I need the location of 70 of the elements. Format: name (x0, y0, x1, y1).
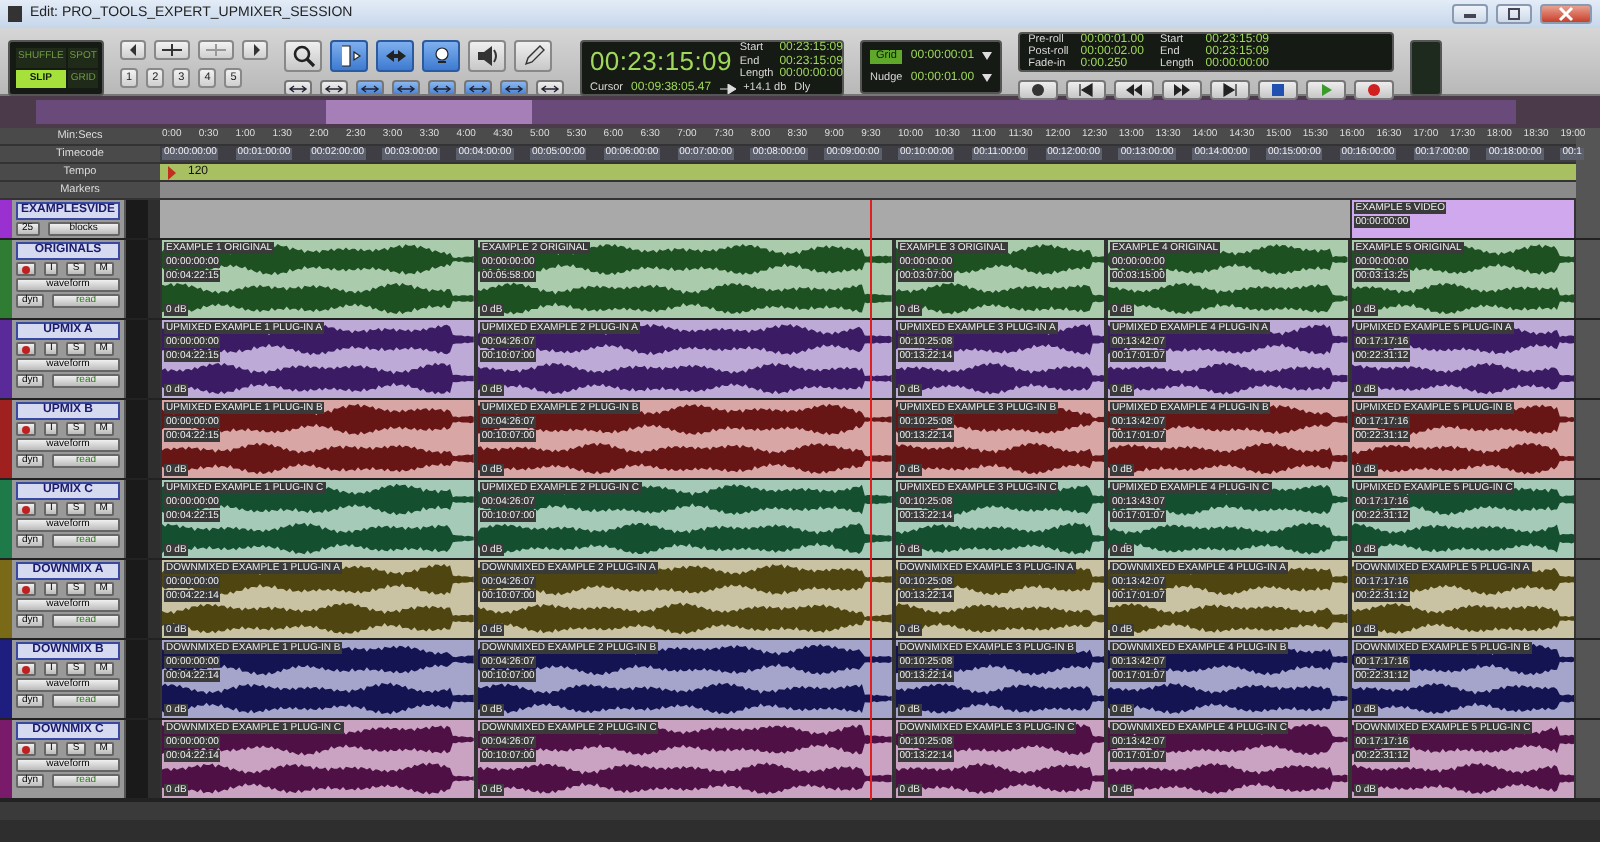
left-arrow-icon (126, 42, 140, 58)
waveform-zoom-icon (160, 42, 184, 58)
grabber-tool-button[interactable] (376, 40, 414, 72)
record-icon (22, 265, 30, 273)
zoom-out-button[interactable] (120, 40, 146, 60)
option-toggle-button[interactable] (320, 80, 348, 96)
maximize-icon (1506, 6, 1522, 22)
rewind-button[interactable] (1114, 80, 1155, 100)
end-button[interactable] (1210, 80, 1251, 100)
record-icon (22, 745, 30, 753)
play-button[interactable] (1306, 80, 1347, 100)
link-arrows-icon (360, 83, 380, 93)
caret-icon (982, 73, 993, 82)
link-arrows-icon (288, 83, 308, 93)
option-toggle-button[interactable] (428, 80, 456, 96)
record-icon (22, 505, 30, 513)
option-toggle-button[interactable] (500, 80, 528, 96)
option-toggle-button[interactable] (284, 80, 312, 96)
pencil-tool-button[interactable] (514, 40, 552, 72)
record-icon (22, 345, 30, 353)
record-enable-button[interactable] (16, 342, 36, 356)
stop-button[interactable] (1258, 80, 1299, 100)
record-button[interactable] (1354, 80, 1395, 100)
online-button[interactable] (1018, 80, 1059, 100)
caret-icon (982, 52, 993, 61)
record-enable-button[interactable] (16, 662, 36, 676)
record-enable-button[interactable] (16, 582, 36, 596)
record-icon (1366, 82, 1383, 98)
record-enable-button[interactable] (16, 742, 36, 756)
link-arrows-icon (468, 83, 488, 93)
vertical-zoom-button[interactable] (154, 40, 190, 60)
record-enable-button[interactable] (16, 422, 36, 436)
option-toggle-button[interactable] (536, 80, 564, 96)
link-arrows-icon (324, 83, 344, 93)
record-icon (22, 425, 30, 433)
maximize-button[interactable] (1496, 4, 1532, 24)
skip-start-icon (1078, 82, 1095, 98)
minimize-button[interactable] (1452, 4, 1488, 24)
record-icon (22, 665, 30, 673)
record-enable-button[interactable] (16, 502, 36, 516)
speaker-icon (473, 42, 501, 70)
start-button[interactable] (1066, 80, 1107, 100)
main-counter: 00:23:15:09 (590, 47, 732, 77)
option-toggle-button[interactable] (356, 80, 384, 96)
pointer-icon (719, 83, 736, 94)
forward-button[interactable] (1162, 80, 1203, 100)
app-icon (8, 6, 22, 22)
right-arrow-icon (248, 42, 262, 58)
trim-tool-button[interactable] (330, 40, 368, 72)
zoom-icon (289, 42, 317, 70)
link-arrows-icon (504, 83, 524, 93)
zoom-tool-button[interactable] (284, 40, 322, 72)
record-enable-button[interactable] (16, 262, 36, 276)
close-icon (1558, 6, 1574, 22)
pencil-icon (519, 42, 547, 70)
speaker-tool-button[interactable] (468, 40, 506, 72)
link-arrows-icon (396, 83, 416, 93)
zoom-in-button[interactable] (242, 40, 268, 60)
close-button[interactable] (1540, 4, 1592, 24)
scrub-tool-button[interactable] (422, 40, 460, 72)
record-icon (22, 585, 30, 593)
master-meter (1410, 40, 1443, 96)
link-arrows-icon (540, 83, 560, 93)
waveform-zoom-icon (204, 42, 228, 58)
circle-icon (1030, 82, 1047, 98)
option-toggle-button[interactable] (392, 80, 420, 96)
stop-icon (1270, 82, 1287, 98)
skip-end-icon (1222, 82, 1239, 98)
link-arrows-icon (432, 83, 452, 93)
option-toggle-button[interactable] (464, 80, 492, 96)
